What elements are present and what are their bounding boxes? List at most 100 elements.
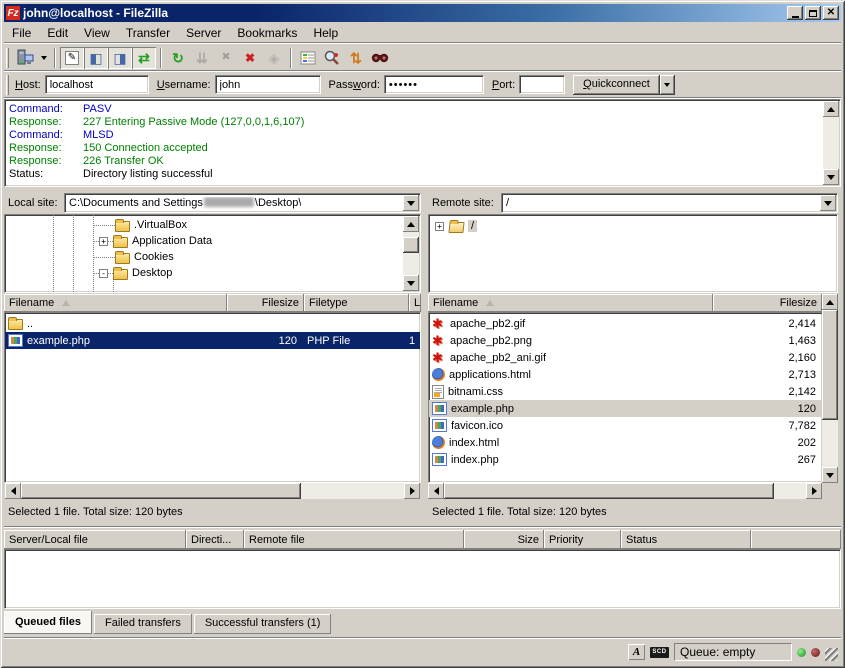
queue-body [4,549,841,609]
remote-list-vscrollbar[interactable] [822,294,838,483]
scroll-up-button[interactable] [403,216,419,232]
process-queue-button[interactable]: ⇊ [190,47,214,69]
scroll-down-button[interactable] [403,275,419,291]
remote-list-hscrollbar[interactable] [428,483,822,499]
tree-item-cookies[interactable]: Cookies [93,249,174,265]
scroll-thumb[interactable] [21,483,301,499]
column-header-server-local-file[interactable]: Server/Local file [4,530,186,549]
speed-limit-badge-icon: SCD [650,647,669,658]
menu-file[interactable]: File [4,24,39,42]
filter-button[interactable] [296,47,320,69]
local-site-dropdown[interactable] [403,195,419,211]
toggle-remote-treeview-button[interactable]: ◨ [108,47,132,69]
local-tree-scrollbar[interactable] [403,216,419,291]
column-header-filename[interactable]: Filename [428,294,713,312]
column-header-filesize[interactable]: Filesize [227,294,304,312]
expand-icon[interactable]: + [435,222,444,231]
toggle-message-log-button[interactable]: ✎ [60,47,84,69]
column-header-direction[interactable]: Directi... [186,530,244,549]
host-input[interactable] [45,75,149,94]
local-list-hscrollbar[interactable] [5,483,420,499]
file-row[interactable]: apache_pb2.png1,463 [429,332,822,349]
scroll-down-button[interactable] [822,467,838,483]
column-header-filesize[interactable]: Filesize [713,294,822,312]
host-label: Host: [15,79,41,91]
resize-grip[interactable] [825,648,838,661]
file-row[interactable]: favicon.ico7,782 [429,417,822,434]
menu-bookmarks[interactable]: Bookmarks [229,24,305,42]
menu-view[interactable]: View [76,24,118,42]
refresh-button[interactable]: ↻ [166,47,190,69]
synchronized-browsing-button[interactable]: ⇅ [344,47,368,69]
tab-queued-files[interactable]: Queued files [4,611,92,634]
quickconnect-button[interactable]: Quickconnect [573,75,660,95]
site-manager-button[interactable] [13,47,37,69]
port-input[interactable] [519,75,565,94]
password-input[interactable] [384,75,484,94]
column-header-filetype[interactable]: Filetype [304,294,409,312]
message-log-lines: Command:PASV Response:227 Entering Passi… [5,100,840,186]
scroll-left-button[interactable] [5,483,21,499]
log-scrollbar[interactable] [823,101,839,185]
tab-failed-transfers[interactable]: Failed transfers [94,614,192,634]
file-row-selected[interactable]: example.php120 [429,400,822,417]
reconnect-button[interactable]: ◈ [262,47,286,69]
cancel-operation-button[interactable]: ✖ [214,47,238,69]
username-input[interactable] [215,75,321,94]
site-manager-dropdown[interactable] [37,47,50,69]
column-header-priority[interactable]: Priority [544,530,621,549]
firefox-html-icon [432,436,445,449]
remote-site-dropdown[interactable] [820,195,836,211]
menu-server[interactable]: Server [178,24,229,42]
column-header-lastmodified[interactable]: L [409,294,421,312]
toggle-transfer-queue-button[interactable]: ⇄ [132,47,156,69]
toolbar-grip[interactable] [6,48,9,68]
collapse-icon[interactable]: - [99,269,108,278]
scroll-down-button[interactable] [823,169,839,185]
menu-transfer[interactable]: Transfer [118,24,178,42]
data-type-indicator-icon: A [628,644,645,660]
tree-item-root[interactable]: +/ [435,218,477,234]
quickconnect-dropdown[interactable] [660,75,675,95]
file-row[interactable]: bitnami.css2,142 [429,383,822,400]
expand-icon[interactable]: + [99,237,108,246]
remote-site-combo[interactable]: / [501,193,838,213]
find-files-button[interactable] [368,47,392,69]
file-row-parent-dir[interactable]: .. [5,315,420,332]
file-row[interactable]: apache_pb2_ani.gif2,160 [429,349,822,366]
close-button[interactable]: ✕ [823,6,839,20]
column-header-remote-file[interactable]: Remote file [244,530,464,549]
directory-comparison-button[interactable] [320,47,344,69]
scroll-right-button[interactable] [404,483,420,499]
transfer-queue-icon: ⇄ [138,51,150,65]
toggle-local-treeview-button[interactable]: ◧ [84,47,108,69]
disconnect-button[interactable]: ✖ [238,47,262,69]
tree-item-application-data[interactable]: +Application Data [93,233,212,249]
file-row-example-php[interactable]: example.php 120 PHP File 1 [5,332,420,349]
column-header-filename[interactable]: Filename [4,294,227,312]
quickconnect-grip[interactable] [6,75,9,95]
scroll-up-button[interactable] [823,101,839,117]
scroll-thumb[interactable] [822,310,838,420]
column-header-status[interactable]: Status [621,530,751,549]
menu-help[interactable]: Help [305,24,346,42]
dropdown-arrow-icon [41,56,47,60]
local-site-combo[interactable]: C:\Documents and Settings\Desktop\ [64,193,421,213]
file-row[interactable]: index.html202 [429,434,822,451]
maximize-button[interactable] [805,6,821,20]
compare-icon [324,50,340,66]
file-row[interactable]: apache_pb2.gif2,414 [429,315,822,332]
file-row[interactable]: applications.html2,713 [429,366,822,383]
scroll-left-button[interactable] [428,483,444,499]
scroll-up-button[interactable] [822,294,838,310]
minimize-button[interactable] [787,6,803,20]
column-header-size[interactable]: Size [464,530,544,549]
scroll-right-button[interactable] [806,483,822,499]
file-row[interactable]: index.php267 [429,451,822,468]
scroll-thumb[interactable] [444,483,774,499]
tab-successful-transfers[interactable]: Successful transfers (1) [194,614,332,634]
tree-item-desktop[interactable]: -Desktop [93,265,172,281]
tree-item-virtualbox[interactable]: .VirtualBox [93,217,187,233]
scroll-thumb[interactable] [403,237,419,253]
menu-edit[interactable]: Edit [39,24,76,42]
